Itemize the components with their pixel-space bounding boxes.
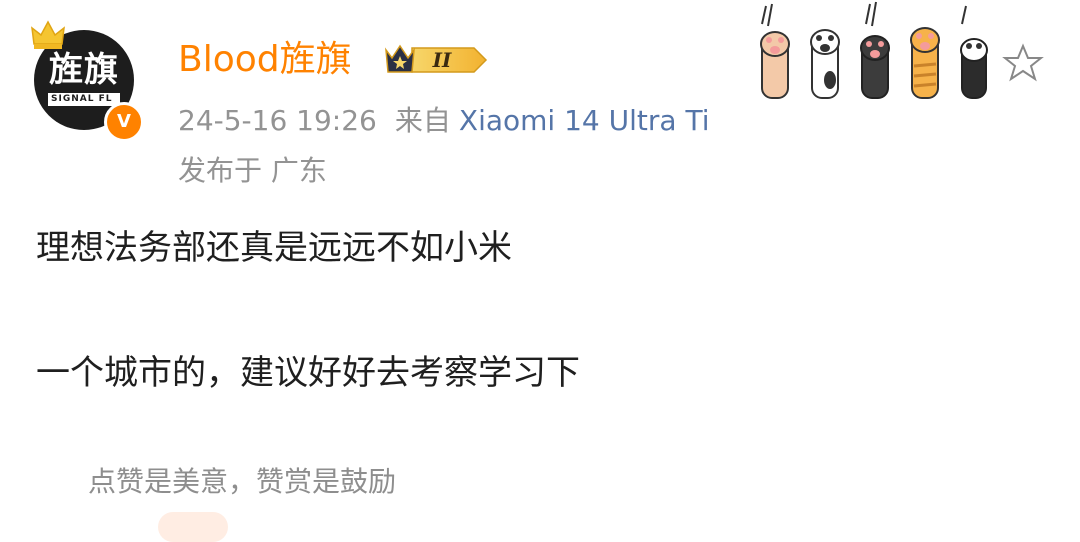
paw-icon-3 [860, 35, 890, 99]
username[interactable]: Blood旌旗 [178, 38, 352, 82]
paw-icon-2 [810, 29, 840, 99]
paw-icon-1 [760, 31, 790, 99]
device-source-link[interactable]: Xiaomi 14 Ultra Ti [459, 104, 710, 137]
paw-icon-5 [960, 38, 988, 99]
rank-badge-icon[interactable]: II [382, 40, 490, 80]
post-timestamp: 24-5-16 19:26 [178, 104, 377, 137]
cat-paws-decoration [760, 1, 1044, 99]
avatar-band-text: SIGNAL FL [48, 93, 120, 106]
source-prefix: 来自 [394, 104, 451, 137]
avatar-glyphs: 旌旗 [49, 50, 119, 90]
post-meta: 24-5-16 19:26 来自 Xiaomi 14 Ultra Ti [178, 102, 709, 140]
author-avatar-container[interactable]: 旌旗 SIGNAL FL V [31, 20, 144, 142]
scratch-marks-icon [761, 1, 967, 27]
crown-icon [31, 20, 65, 49]
star-outline-icon [1002, 43, 1044, 82]
reward-button-edge[interactable] [158, 512, 228, 542]
post-text-line-1: 理想法务部还真是远远不如小米 [36, 228, 512, 268]
paw-icon-4 [910, 27, 940, 99]
verified-icon: V [104, 102, 144, 142]
reward-caption: 点赞是美意，赞赏是鼓励 [88, 465, 397, 498]
rank-badge-label: II [432, 48, 452, 72]
post-text-line-2: 一个城市的，建议好好去考察学习下 [36, 353, 580, 393]
post-location: 发布于 广东 [178, 154, 327, 187]
